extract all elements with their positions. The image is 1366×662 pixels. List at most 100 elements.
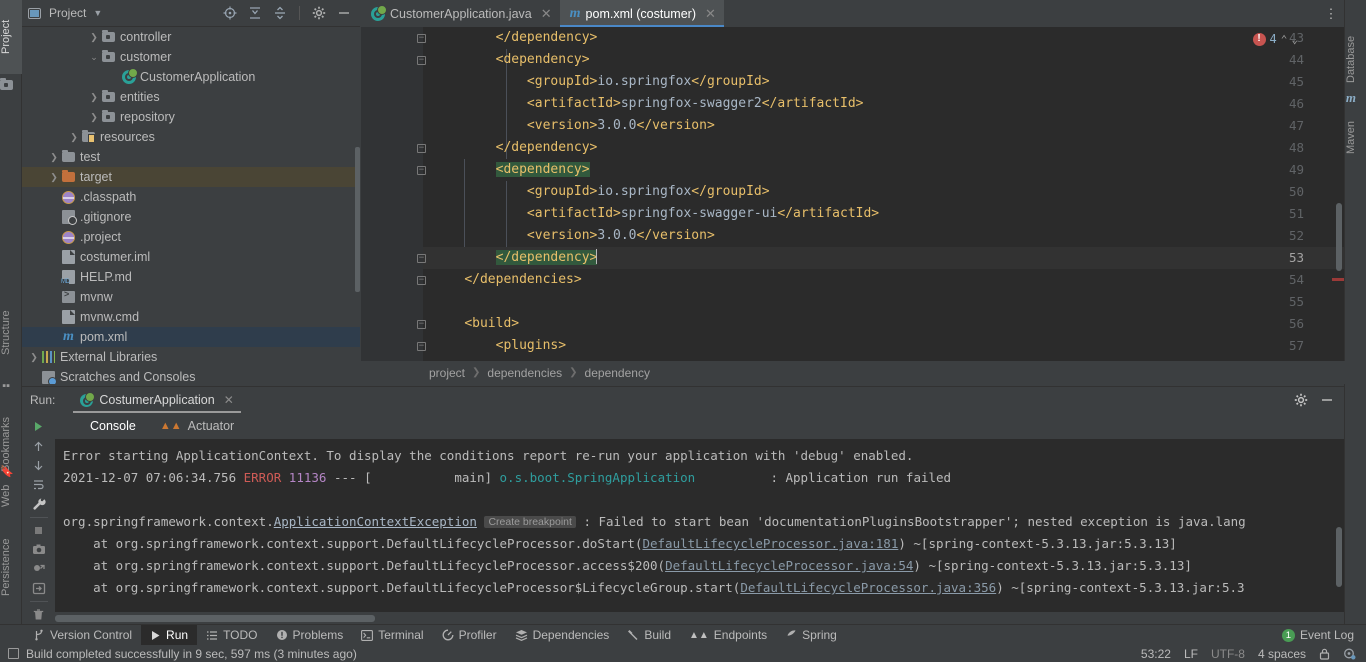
fold-expand-icon[interactable]: − [416, 313, 427, 335]
sidebar-item-web[interactable]: Web [0, 470, 22, 522]
tree-item-controller[interactable]: ❯ controller [22, 27, 360, 47]
console-vertical-scrollbar[interactable] [1336, 527, 1342, 587]
tab-console[interactable]: Console [78, 417, 148, 435]
editor-vertical-scrollbar[interactable] [1336, 203, 1342, 271]
editor-gutter[interactable] [361, 27, 423, 361]
tool-button-todo[interactable]: TODO [197, 625, 266, 646]
code-line-43[interactable]: </dependency> [423, 27, 1344, 49]
code-line-47[interactable]: <version>3.0.0</version> [423, 115, 1344, 137]
sidebar-item-project[interactable]: Project [0, 0, 22, 74]
export-icon[interactable] [26, 579, 52, 598]
tool-button-problems[interactable]: Problems [267, 625, 353, 646]
file-encoding[interactable]: UTF-8 [1211, 647, 1245, 661]
code-text-area[interactable]: </dependency> <dependency> <groupId>io.s… [423, 27, 1344, 361]
tool-button-build[interactable]: Build [618, 625, 680, 646]
code-line-45[interactable]: <groupId>io.springfox</groupId> [423, 71, 1344, 93]
tab-pom-xml[interactable]: m pom.xml (costumer) ✕ [559, 0, 725, 27]
project-tree[interactable]: ❯ controller ⌄ customer CustomerApplication ❯… [22, 27, 360, 384]
stacktrace-link[interactable]: DefaultLifecycleProcessor.java:181 [642, 536, 898, 551]
tree-item-entities[interactable]: ❯ entities [22, 87, 360, 107]
line-separator[interactable]: LF [1184, 647, 1198, 661]
fold-expand-icon[interactable]: − [416, 335, 427, 357]
close-icon[interactable]: ✕ [224, 393, 234, 407]
tool-button-endpoints[interactable]: ▲▲ Endpoints [680, 625, 776, 646]
minimize-icon[interactable] [336, 5, 352, 21]
tree-item-scratches-and-consoles[interactable]: Scratches and Consoles [22, 367, 360, 384]
error-stripe-marker[interactable] [1332, 278, 1344, 281]
tree-item-classpath[interactable]: .classpath [22, 187, 360, 207]
code-line-50[interactable]: <groupId>io.springfox</groupId> [423, 181, 1344, 203]
fold-collapse-icon[interactable]: − [416, 27, 427, 49]
tree-item-mvnw-cmd[interactable]: mvnw.cmd [22, 307, 360, 327]
tree-item-test[interactable]: ❯ test [22, 147, 360, 167]
tree-expand-arrow[interactable]: ❯ [28, 352, 40, 363]
locate-icon[interactable] [222, 5, 238, 21]
fold-collapse-icon[interactable]: − [416, 269, 427, 291]
trash-icon[interactable] [26, 605, 52, 624]
tree-expand-arrow[interactable]: ⌄ [88, 52, 100, 63]
sidebar-item-maven[interactable]: Maven [1345, 110, 1366, 165]
chevron-up-icon[interactable]: ⌃ [1281, 33, 1288, 46]
fold-collapse-icon[interactable]: − [416, 137, 427, 159]
tab-actuator[interactable]: ▲▲ Actuator [148, 417, 246, 435]
inspection-widget[interactable]: ! 4 ⌃ ⌄ [1252, 32, 1298, 46]
indent-setting[interactable]: 4 spaces [1258, 647, 1306, 661]
console-horizontal-scrollbar[interactable] [55, 615, 375, 622]
tree-expand-arrow[interactable]: ❯ [68, 132, 80, 143]
minimize-icon[interactable] [1320, 393, 1334, 407]
code-line-44[interactable]: <dependency> [423, 49, 1344, 71]
tool-button-profiler[interactable]: Profiler [433, 625, 506, 646]
chevron-down-icon[interactable]: ▼ [93, 8, 102, 18]
thread-dump-icon[interactable] [26, 559, 52, 578]
stacktrace-link[interactable]: DefaultLifecycleProcessor.java:54 [665, 558, 913, 573]
console-output[interactable]: Error starting ApplicationContext. To di… [55, 439, 1344, 612]
code-line-56[interactable]: <build> [423, 313, 1344, 335]
sidebar-item-database[interactable]: Database [1345, 24, 1366, 94]
tree-item-mvnw[interactable]: mvnw [22, 287, 360, 307]
gear-icon[interactable] [1294, 393, 1308, 407]
tree-expand-arrow[interactable]: ❯ [88, 112, 100, 123]
tree-item-pom-xml[interactable]: m pom.xml [22, 327, 360, 347]
tool-button-run[interactable]: Run [141, 624, 198, 646]
tool-button-terminal[interactable]: Terminal [352, 625, 432, 646]
code-line-51[interactable]: <artifactId>springfox-swagger-ui</artifa… [423, 203, 1344, 225]
scroll-down-icon[interactable] [26, 456, 52, 475]
caret-position[interactable]: 53:22 [1141, 647, 1171, 661]
fold-collapse-icon[interactable]: − [416, 247, 427, 269]
create-breakpoint-hint[interactable]: Create breakpoint [484, 516, 576, 528]
sidebar-item-persistence[interactable]: Persistence [0, 522, 22, 612]
more-vertical-icon[interactable]: ⋮ [1318, 0, 1344, 27]
scroll-up-icon[interactable] [26, 436, 52, 455]
breadcrumb-item-dependency[interactable]: dependency [585, 366, 650, 380]
wrench-icon[interactable] [26, 494, 52, 513]
tree-item-costumer-iml[interactable]: costumer.iml [22, 247, 360, 267]
code-line-54[interactable]: </dependencies> [423, 269, 1344, 291]
code-line-52[interactable]: <version>3.0.0</version> [423, 225, 1344, 247]
close-icon[interactable]: ✕ [541, 6, 552, 22]
tree-item-repository[interactable]: ❯ repository [22, 107, 360, 127]
tree-expand-arrow[interactable]: ❯ [48, 152, 60, 163]
expand-all-icon[interactable] [247, 5, 263, 21]
lock-icon[interactable] [1319, 648, 1330, 660]
stacktrace-link[interactable]: DefaultLifecycleProcessor.java:356 [740, 580, 996, 595]
chevron-down-icon[interactable]: ⌄ [1291, 33, 1298, 46]
tree-item-external-libraries[interactable]: ❯ External Libraries [22, 347, 360, 367]
tree-expand-arrow[interactable]: ❯ [48, 172, 60, 183]
code-editor[interactable]: </dependency> <dependency> <groupId>io.s… [361, 27, 1344, 361]
collapse-all-icon[interactable] [272, 5, 288, 21]
stop-icon[interactable] [26, 520, 52, 539]
code-line-46[interactable]: <artifactId>springfox-swagger2</artifact… [423, 93, 1344, 115]
code-line-55[interactable] [423, 291, 1344, 313]
sidebar-item-structure[interactable]: Structure [0, 290, 22, 375]
breadcrumb-item-dependencies[interactable]: dependencies [487, 366, 562, 380]
code-line-49[interactable]: <dependency> [423, 159, 1344, 181]
tab-customerapplication-java[interactable]: CustomerApplication.java ✕ [361, 0, 560, 27]
tree-expand-arrow[interactable]: ❯ [88, 92, 100, 103]
tool-button-version-control[interactable]: Version Control [24, 625, 141, 646]
tree-item-project[interactable]: .project [22, 227, 360, 247]
tree-item-gitignore[interactable]: .gitignore [22, 207, 360, 227]
tool-button-dependencies[interactable]: Dependencies [506, 625, 619, 646]
project-tree-scrollbar[interactable] [355, 147, 360, 292]
run-configuration-tab[interactable]: CostumerApplication ✕ [73, 387, 242, 413]
tool-button-spring[interactable]: Spring [776, 625, 846, 646]
